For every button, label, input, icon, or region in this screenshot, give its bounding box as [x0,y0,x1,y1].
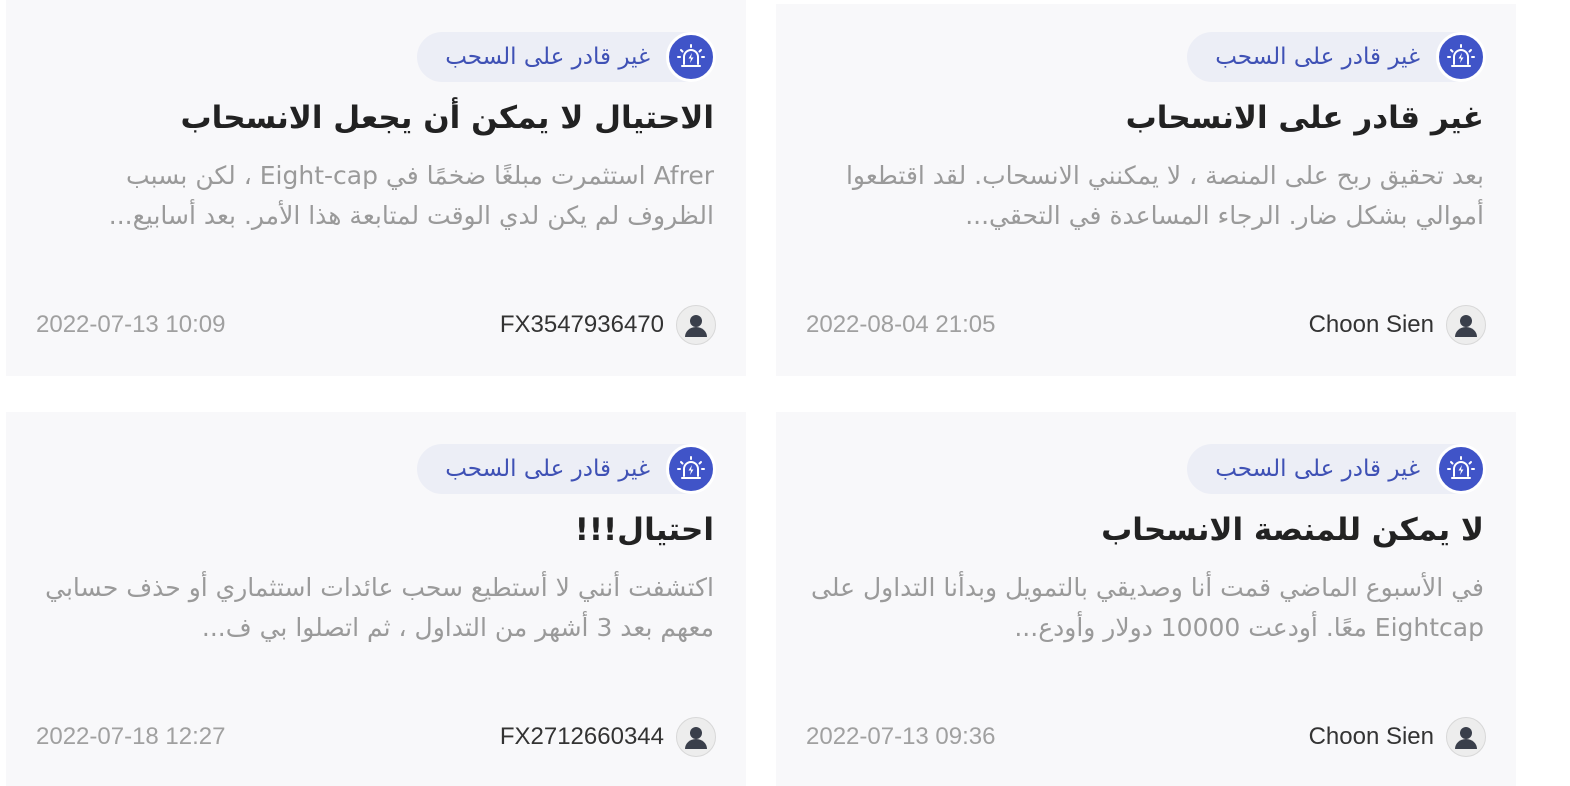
author[interactable]: FX2712660344 [500,717,716,757]
category-tag-label: غير قادر على السحب [1215,44,1420,70]
complaint-card[interactable]: غير قادر على السحب احتيال!!! اكتشفت أنني… [6,412,746,786]
complaint-card[interactable]: غير قادر على السحب غير قادر على الانسحاب… [776,4,1516,376]
avatar [676,717,716,757]
user-silhouette-icon [685,315,707,337]
complaint-card[interactable]: غير قادر على السحب الاحتيال لا يمكن أن ي… [6,0,746,376]
complaint-card[interactable]: غير قادر على السحب لا يمكن للمنصة الانسح… [776,412,1516,786]
author[interactable]: Choon Sien [1309,717,1486,757]
author-name: FX3547936470 [499,311,664,338]
category-tag: غير قادر على السحب [417,444,716,494]
complaint-excerpt: بعد تحقيق ربح على المنصة ، لا يمكنني الا… [845,161,1484,230]
complaint-title[interactable]: لا يمكن للمنصة الانسحاب [1101,512,1484,548]
avatar [676,305,716,345]
siren-alert-icon [666,32,716,82]
card-footer: Choon Sien 2022-07-13 09:36 [806,716,1486,758]
card-footer: FX2712660344 2022-07-18 12:27 [36,716,716,758]
complaint-excerpt: في الأسبوع الماضي قمت أنا وصديقي بالتموي… [811,573,1484,642]
category-tag: غير قادر على السحب [1187,444,1486,494]
category-tag: غير قادر على السحب [417,32,716,82]
post-date: 2022-07-13 09:36 [806,723,996,750]
author-name: Choon Sien [1308,311,1434,338]
post-date: 2022-08-04 21:05 [806,311,996,338]
card-footer: Choon Sien 2022-08-04 21:05 [806,304,1486,346]
user-silhouette-icon [685,727,707,749]
post-date: 2022-07-13 10:09 [36,311,226,338]
post-date: 2022-07-18 12:27 [36,723,226,750]
complaint-title[interactable]: الاحتيال لا يمكن أن يجعل الانسحاب [180,100,714,136]
avatar [1446,305,1486,345]
avatar [1446,717,1486,757]
category-tag-label: غير قادر على السحب [1215,456,1420,482]
card-footer: FX3547936470 2022-07-13 10:09 [36,304,716,346]
complaint-card-grid: غير قادر على السحب الاحتيال لا يمكن أن ي… [0,0,1570,786]
author[interactable]: FX3547936470 [500,305,716,345]
complaint-title[interactable]: غير قادر على الانسحاب [1126,100,1484,136]
user-silhouette-icon [1455,315,1477,337]
category-tag-label: غير قادر على السحب [445,44,650,70]
category-tag-label: غير قادر على السحب [445,456,650,482]
siren-alert-icon [666,444,716,494]
siren-alert-icon [1436,32,1486,82]
complaint-excerpt: اكتشفت أنني لا أستطيع سحب عائدات استثمار… [45,573,714,642]
author-name: Choon Sien [1308,723,1434,750]
author-name: FX2712660344 [499,723,664,750]
complaint-title[interactable]: احتيال!!! [575,512,714,548]
author[interactable]: Choon Sien [1309,305,1486,345]
category-tag: غير قادر على السحب [1187,32,1486,82]
user-silhouette-icon [1455,727,1477,749]
complaint-excerpt: Afrer استثمرت مبلغًا ضخمًا في Eight-cap … [108,161,714,230]
siren-alert-icon [1436,444,1486,494]
